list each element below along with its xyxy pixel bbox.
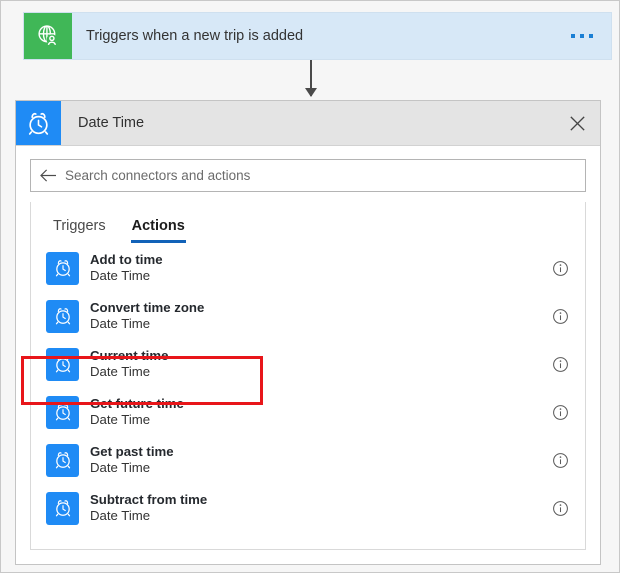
info-icon[interactable] bbox=[552, 500, 569, 517]
back-arrow-icon[interactable] bbox=[31, 168, 65, 183]
list-item[interactable]: Add to time Date Time bbox=[31, 244, 585, 292]
flow-designer-canvas: Triggers when a new trip is added Date T… bbox=[0, 0, 620, 573]
trigger-card[interactable]: Triggers when a new trip is added bbox=[23, 12, 612, 60]
alarm-clock-icon bbox=[46, 395, 79, 429]
globe-person-icon bbox=[24, 13, 72, 59]
list-item-title: Get future time bbox=[90, 395, 184, 411]
list-item-title: Convert time zone bbox=[90, 299, 205, 315]
list-item[interactable]: Convert time zone Date Time bbox=[31, 292, 585, 340]
ellipsis-dot bbox=[589, 34, 593, 38]
list-item-title: Current time bbox=[90, 347, 169, 363]
list-item-subtitle: Date Time bbox=[90, 364, 151, 379]
list-item-title: Subtract from time bbox=[90, 491, 208, 507]
down-arrow-icon bbox=[305, 60, 317, 97]
list-item-subtitle: Date Time bbox=[90, 508, 151, 523]
tab-triggers[interactable]: Triggers bbox=[40, 218, 119, 243]
list-item-text: Subtract from time Date Time bbox=[79, 492, 552, 524]
search-bar[interactable] bbox=[30, 159, 586, 192]
tab-actions[interactable]: Actions bbox=[119, 218, 198, 243]
info-icon[interactable] bbox=[552, 452, 569, 469]
list-item-text: Add to time Date Time bbox=[79, 252, 552, 284]
actions-list[interactable]: Add to time Date Time Convert time zone … bbox=[31, 244, 585, 549]
search-input[interactable] bbox=[65, 168, 585, 183]
list-item-current-time[interactable]: Current time Date Time bbox=[31, 340, 585, 388]
ellipsis-menu[interactable] bbox=[571, 13, 611, 59]
panel-body: Triggers Actions bbox=[16, 146, 600, 564]
info-icon[interactable] bbox=[552, 356, 569, 373]
list-item[interactable]: Get future time Date Time bbox=[31, 388, 585, 436]
alarm-clock-icon bbox=[46, 491, 79, 525]
alarm-clock-icon bbox=[46, 443, 79, 477]
list-item-subtitle: Date Time bbox=[90, 460, 151, 475]
list-item-subtitle: Date Time bbox=[90, 316, 151, 331]
ellipsis-dot bbox=[571, 34, 575, 38]
alarm-clock-icon bbox=[46, 251, 79, 285]
list-item-text: Current time Date Time bbox=[79, 348, 552, 380]
list-item-title: Add to time bbox=[90, 251, 163, 267]
alarm-clock-icon bbox=[46, 299, 79, 333]
panel-title: Date Time bbox=[78, 115, 145, 131]
panel-header: Date Time bbox=[16, 101, 600, 146]
close-icon[interactable] bbox=[554, 101, 600, 145]
date-time-panel: Date Time Trigger bbox=[15, 100, 601, 565]
list-item[interactable]: Get past time Date Time bbox=[31, 436, 585, 484]
list-item-subtitle: Date Time bbox=[90, 412, 151, 427]
actions-list-container: Triggers Actions Add to time Date Time C… bbox=[30, 202, 586, 550]
list-item-text: Get future time Date Time bbox=[79, 396, 552, 428]
alarm-clock-icon bbox=[46, 347, 79, 381]
info-icon[interactable] bbox=[552, 404, 569, 421]
info-icon[interactable] bbox=[552, 308, 569, 325]
info-icon[interactable] bbox=[552, 260, 569, 277]
list-item-title: Get past time bbox=[90, 443, 174, 459]
list-item[interactable]: Subtract from time Date Time bbox=[31, 484, 585, 532]
list-item-text: Convert time zone Date Time bbox=[79, 300, 552, 332]
alarm-clock-icon bbox=[16, 101, 61, 145]
trigger-title: Triggers when a new trip is added bbox=[86, 28, 304, 44]
ellipsis-dot bbox=[580, 34, 584, 38]
panel-tabs: Triggers Actions bbox=[31, 202, 585, 244]
list-item-subtitle: Date Time bbox=[90, 268, 151, 283]
list-item-text: Get past time Date Time bbox=[79, 444, 552, 476]
